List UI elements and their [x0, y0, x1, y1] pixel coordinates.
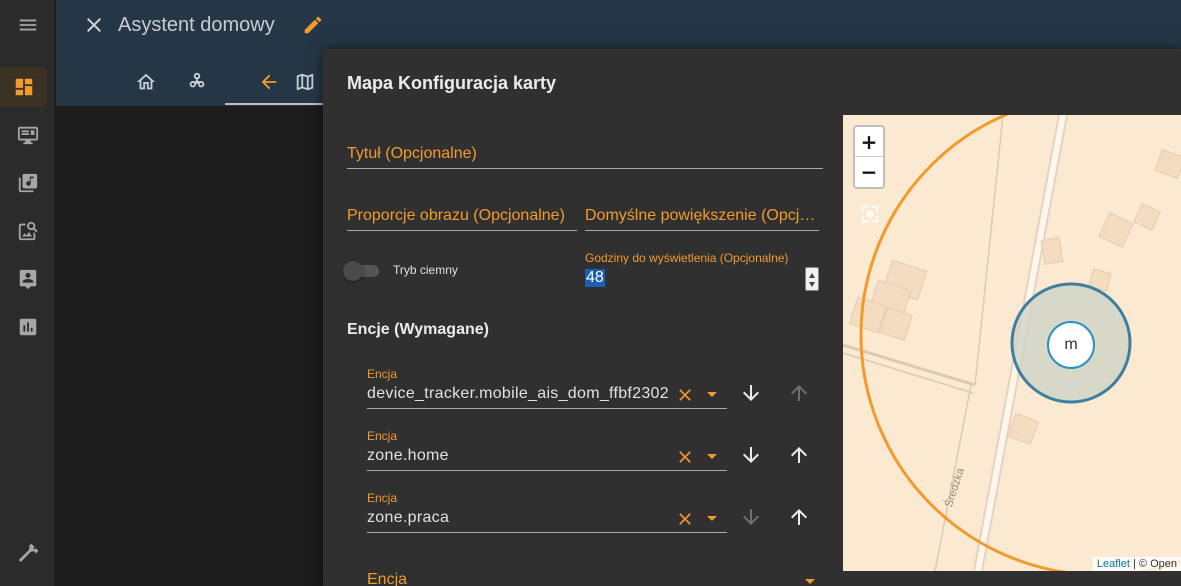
entity-picker[interactable]: Encja zone.praca [367, 489, 727, 533]
entity-value[interactable]: device_tracker.mobile_ais_dom_ffbf2302 [367, 385, 672, 403]
image-search-icon[interactable] [0, 211, 55, 251]
move-down-icon[interactable] [739, 381, 763, 405]
entity-label: Encja [367, 429, 398, 443]
underline [367, 470, 727, 471]
dashboard-icon[interactable] [0, 67, 47, 107]
leaflet-link[interactable]: Leaflet [1097, 558, 1130, 570]
dropdown-arrow-icon[interactable] [805, 579, 815, 584]
map-attribution: Leaflet | © Open [1092, 557, 1181, 571]
title-field[interactable]: Tytuł (Opcjonalne) [347, 145, 823, 169]
new-entity-picker[interactable]: Encja [367, 563, 815, 586]
default-zoom-field[interactable]: Domyślne powiększenie (Opcjonalne) [585, 207, 819, 231]
move-up-icon [787, 381, 811, 405]
close-icon[interactable] [82, 13, 106, 37]
tab-home-icon[interactable] [135, 71, 159, 95]
dark-mode-label: Tryb ciemny [393, 263, 458, 277]
clear-icon[interactable] [675, 447, 695, 467]
toggle-thumb [343, 261, 363, 281]
entity-label: Encja [367, 367, 398, 381]
tab-map-icon[interactable] [294, 71, 318, 95]
zoom-out-button[interactable]: − [855, 157, 883, 187]
clear-icon[interactable] [675, 385, 695, 405]
hours-to-show-value[interactable]: 48 [585, 269, 605, 287]
hours-to-show-field[interactable]: Godziny do wyświetlenia (Opcjonalne) 48 [585, 249, 819, 293]
map-preview[interactable]: m Średzka + − Leaflet | © Open [843, 115, 1181, 571]
page-title: Asystent domowy [118, 14, 275, 36]
entity-picker[interactable]: Encja zone.home [367, 427, 727, 471]
underline [347, 168, 823, 169]
map-tiles [843, 115, 1181, 571]
underline [347, 230, 577, 231]
title-field-label: Tytuł (Opcjonalne) [347, 145, 477, 162]
entity-marker[interactable]: m [1047, 321, 1095, 369]
card-config-dialog: Mapa Konfiguracja karty Tytuł (Opcjonaln… [323, 49, 1181, 586]
music-library-icon[interactable] [0, 163, 55, 203]
default-zoom-label: Domyślne powiększenie (Opcjonalne) [585, 207, 819, 224]
dialog-title: Mapa Konfiguracja karty [347, 73, 557, 93]
aspect-ratio-field[interactable]: Proporcje obrazu (Opcjonalne) [347, 207, 577, 231]
aspect-ratio-label: Proporcje obrazu (Opcjonalne) [347, 207, 565, 224]
sidebar [0, 0, 55, 586]
spin-up-icon[interactable] [809, 273, 815, 278]
move-down-icon [739, 505, 763, 529]
number-spinner[interactable] [805, 267, 819, 291]
move-down-icon[interactable] [739, 443, 763, 467]
new-entity-label: Encja [367, 571, 408, 586]
spin-down-icon[interactable] [809, 282, 815, 287]
tab-underline [225, 103, 325, 105]
monitor-icon[interactable] [0, 115, 55, 155]
clear-icon[interactable] [675, 509, 695, 529]
entity-value[interactable]: zone.praca [367, 509, 672, 527]
account-box-icon[interactable] [0, 259, 55, 299]
underline [367, 532, 727, 533]
dropdown-arrow-icon[interactable] [707, 392, 717, 397]
underline [585, 230, 819, 231]
entity-value[interactable]: zone.home [367, 447, 672, 465]
pencil-icon[interactable] [302, 14, 324, 36]
move-up-icon[interactable] [787, 505, 811, 529]
menu-icon[interactable] [0, 5, 55, 45]
chart-bar-icon[interactable] [0, 307, 55, 347]
hours-to-show-label: Godziny do wyświetlenia (Opcjonalne) [585, 251, 789, 265]
fit-bounds-icon[interactable] [859, 203, 881, 225]
move-up-icon[interactable] [787, 443, 811, 467]
dropdown-arrow-icon[interactable] [707, 454, 717, 459]
attribution-text: | © Open [1129, 558, 1177, 570]
entities-section-title: Encje (Wymagane) [347, 321, 489, 338]
tab-arrow-left-icon[interactable] [258, 71, 282, 95]
entity-picker[interactable]: Encja device_tracker.mobile_ais_dom_ffbf… [367, 365, 727, 409]
zoom-in-button[interactable]: + [855, 127, 883, 157]
hammer-icon[interactable] [0, 533, 55, 573]
underline [367, 408, 727, 409]
zoom-control: + − [853, 125, 885, 189]
entity-label: Encja [367, 491, 398, 505]
dark-mode-toggle[interactable] [343, 261, 379, 281]
tab-graph-icon[interactable] [186, 71, 210, 95]
dropdown-arrow-icon[interactable] [707, 516, 717, 521]
